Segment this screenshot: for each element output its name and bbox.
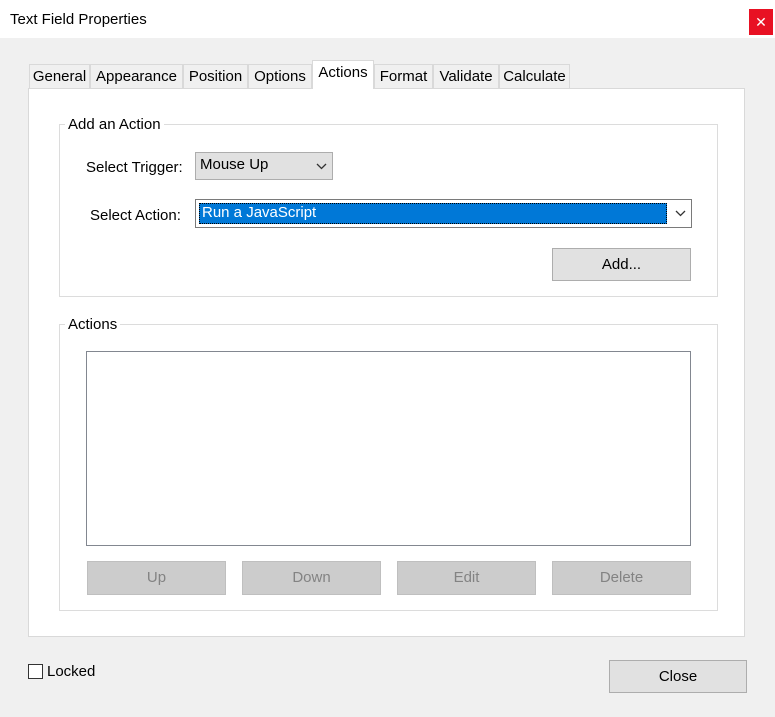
add-action-group: Add an Action Select Trigger: Mouse Up S… [59,116,718,297]
down-button-label: Down [292,569,331,586]
tab-validate[interactable]: Validate [433,64,499,88]
trigger-label: Select Trigger: [86,159,183,176]
tab-general[interactable]: General [29,64,90,88]
actions-panel: Add an Action Select Trigger: Mouse Up S… [28,88,745,637]
tab-label: Appearance [96,68,177,85]
window-title: Text Field Properties [10,11,147,28]
edit-button[interactable]: Edit [397,561,536,595]
action-label: Select Action: [90,207,181,224]
close-button[interactable]: Close [609,660,747,693]
title-bar: Text Field Properties [0,0,775,38]
trigger-value: Mouse Up [200,156,269,173]
actions-list[interactable] [86,351,691,546]
trigger-select[interactable]: Mouse Up [195,152,333,180]
delete-button-label: Delete [599,569,644,586]
selected-option-highlight: Run a JavaScript [199,203,667,224]
action-value: Run a JavaScript [202,204,317,221]
edit-button-label: Edit [453,569,480,586]
tab-label: Options [254,68,306,85]
up-button-label: Up [146,569,167,586]
actions-group-label: Actions [65,316,121,333]
actions-group: Actions Up Down Edit Delete [59,316,718,611]
tab-appearance[interactable]: Appearance [90,64,183,88]
tab-actions[interactable]: Actions [312,60,374,89]
tab-position[interactable]: Position [183,64,248,88]
close-icon[interactable]: ✕ [749,9,773,35]
add-button[interactable]: Add... [552,248,691,281]
tab-label: Actions [318,64,368,81]
locked-checkbox[interactable] [28,664,43,679]
tab-label: Validate [439,68,493,85]
chevron-down-icon [669,200,691,227]
add-button-label: Add... [601,256,642,273]
tab-label: Position [188,68,243,85]
down-button[interactable]: Down [242,561,381,595]
tab-label: General [32,68,87,85]
tab-label: Calculate [503,68,566,85]
locked-label: Locked [47,663,96,680]
delete-button[interactable]: Delete [552,561,691,595]
up-button[interactable]: Up [87,561,226,595]
tab-label: Format [379,68,428,85]
tab-calculate[interactable]: Calculate [499,64,570,88]
tab-options[interactable]: Options [248,64,312,88]
close-button-label: Close [658,668,698,685]
action-select[interactable]: Run a JavaScript [195,199,692,228]
chevron-down-icon [310,153,332,179]
tab-format[interactable]: Format [374,64,433,88]
add-action-group-label: Add an Action [65,116,164,133]
